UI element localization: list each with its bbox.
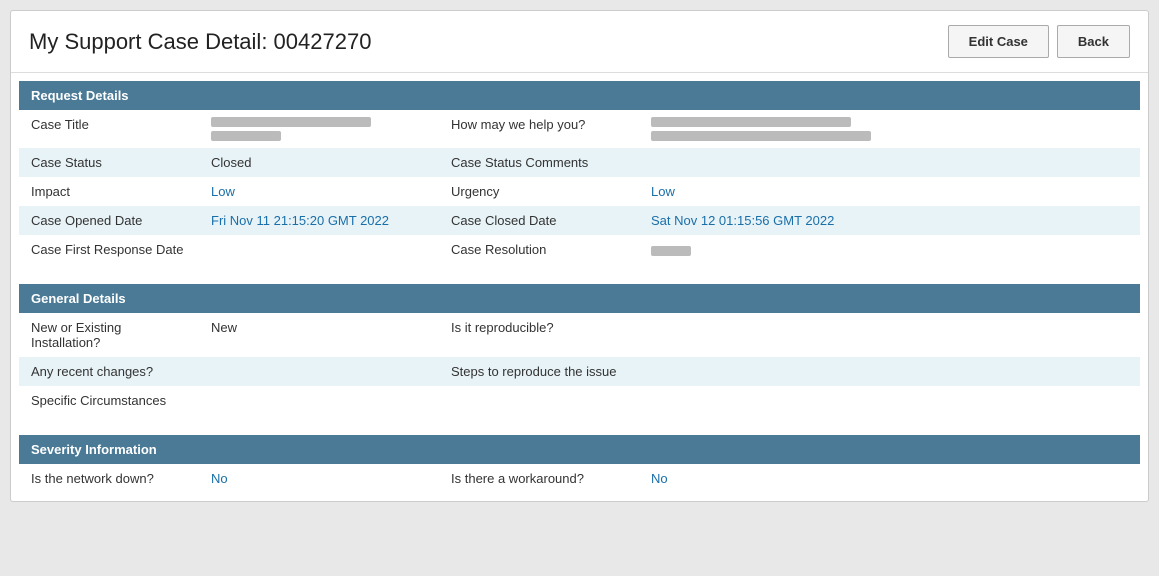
table-row: Case Title How may we help you? <box>19 110 1140 148</box>
case-resolution-label: Case Resolution <box>439 235 639 264</box>
new-existing-value: New <box>199 313 439 357</box>
urgency-value: Low <box>639 177 1140 206</box>
case-status-value: Closed <box>199 148 439 177</box>
case-title-value <box>199 110 439 148</box>
table-row: New or Existing Installation? New Is it … <box>19 313 1140 357</box>
blur-line3 <box>651 117 851 127</box>
empty-label <box>439 386 639 415</box>
header-buttons: Edit Case Back <box>948 25 1130 58</box>
general-details-section: General Details New or Existing Installa… <box>19 284 1140 415</box>
workaround-label: Is there a workaround? <box>439 464 639 493</box>
page-header: My Support Case Detail: 00427270 Edit Ca… <box>11 11 1148 73</box>
impact-label: Impact <box>19 177 199 206</box>
table-row: Is the network down? No Is there a worka… <box>19 464 1140 493</box>
specific-circumstances-value <box>199 386 439 415</box>
table-row: Case Opened Date Fri Nov 11 21:15:20 GMT… <box>19 206 1140 235</box>
how-help-value <box>639 110 1140 148</box>
page-container: My Support Case Detail: 00427270 Edit Ca… <box>10 10 1149 502</box>
request-details-header: Request Details <box>19 81 1140 110</box>
case-status-comments-value <box>639 148 1140 177</box>
new-existing-label: New or Existing Installation? <box>19 313 199 357</box>
page-title: My Support Case Detail: 00427270 <box>29 29 371 55</box>
blurred-how-help <box>651 117 1128 141</box>
request-details-table: Case Title How may we help you? <box>19 110 1140 264</box>
request-details-section: Request Details Case Title How may we he… <box>19 81 1140 264</box>
table-row: Case First Response Date Case Resolution <box>19 235 1140 264</box>
table-row: Any recent changes? Steps to reproduce t… <box>19 357 1140 386</box>
specific-circumstances-label: Specific Circumstances <box>19 386 199 415</box>
blur-line1 <box>211 117 371 127</box>
case-closed-label: Case Closed Date <box>439 206 639 235</box>
blurred-case-title <box>211 117 427 141</box>
blur-line2 <box>211 131 281 141</box>
table-row: Impact Low Urgency Low <box>19 177 1140 206</box>
urgency-label: Urgency <box>439 177 639 206</box>
blur-line4 <box>651 131 871 141</box>
case-title-label: Case Title <box>19 110 199 148</box>
severity-information-table: Is the network down? No Is there a worka… <box>19 464 1140 493</box>
table-row: Specific Circumstances <box>19 386 1140 415</box>
network-down-label: Is the network down? <box>19 464 199 493</box>
reproducible-value <box>639 313 1140 357</box>
severity-information-header: Severity Information <box>19 435 1140 464</box>
recent-changes-label: Any recent changes? <box>19 357 199 386</box>
case-opened-value: Fri Nov 11 21:15:20 GMT 2022 <box>199 206 439 235</box>
general-details-table: New or Existing Installation? New Is it … <box>19 313 1140 415</box>
impact-value: Low <box>199 177 439 206</box>
recent-changes-value <box>199 357 439 386</box>
case-status-comments-label: Case Status Comments <box>439 148 639 177</box>
how-help-label: How may we help you? <box>439 110 639 148</box>
first-response-label: Case First Response Date <box>19 235 199 264</box>
case-status-label: Case Status <box>19 148 199 177</box>
blur-resolution <box>651 246 691 256</box>
severity-information-section: Severity Information Is the network down… <box>19 435 1140 493</box>
table-row: Case Status Closed Case Status Comments <box>19 148 1140 177</box>
empty-value <box>639 386 1140 415</box>
steps-reproduce-label: Steps to reproduce the issue <box>439 357 639 386</box>
edit-case-button[interactable]: Edit Case <box>948 25 1049 58</box>
case-resolution-value <box>639 235 1140 264</box>
case-opened-label: Case Opened Date <box>19 206 199 235</box>
sections-wrapper: Request Details Case Title How may we he… <box>11 73 1148 501</box>
first-response-value <box>199 235 439 264</box>
back-button[interactable]: Back <box>1057 25 1130 58</box>
workaround-value: No <box>639 464 1140 493</box>
case-closed-value: Sat Nov 12 01:15:56 GMT 2022 <box>639 206 1140 235</box>
reproducible-label: Is it reproducible? <box>439 313 639 357</box>
steps-reproduce-value <box>639 357 1140 386</box>
general-details-header: General Details <box>19 284 1140 313</box>
network-down-value: No <box>199 464 439 493</box>
